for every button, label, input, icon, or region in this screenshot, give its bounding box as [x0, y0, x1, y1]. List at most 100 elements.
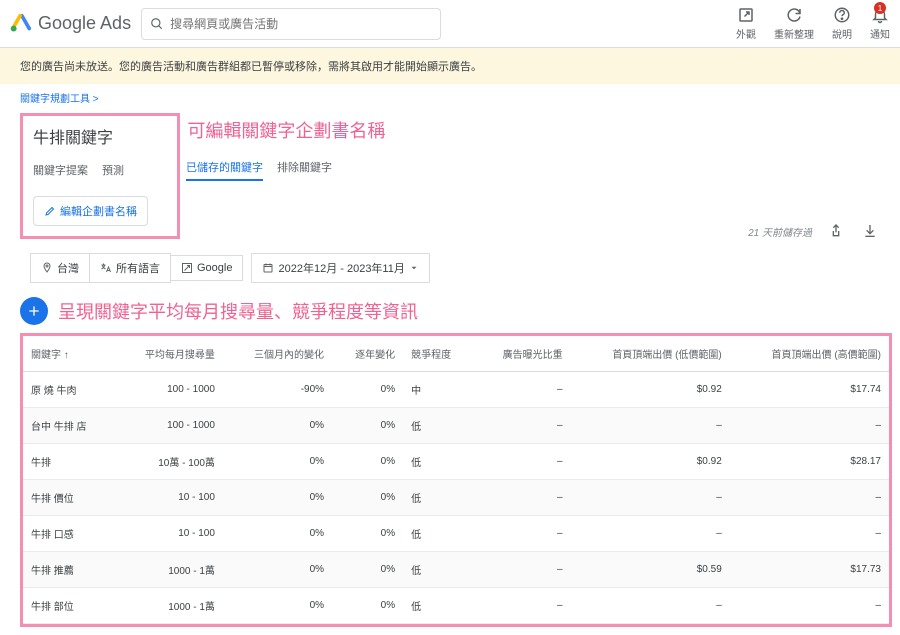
table-cell: 0%	[332, 588, 403, 624]
notice-banner: 您的廣告尚未放送。您的廣告活動和廣告群組都已暫停或移除，需將其啟用才能開始顯示廣…	[0, 48, 900, 84]
table-row[interactable]: 牛排 部位1000 - 1萬0%0%低–––	[23, 588, 889, 624]
language-icon	[100, 262, 112, 274]
table-cell: 低	[403, 588, 474, 624]
table-cell: –	[730, 408, 889, 444]
table-cell: 牛排 推薦	[23, 552, 114, 588]
table-cell: –	[571, 480, 730, 516]
chevron-down-icon	[409, 263, 419, 273]
plus-icon	[26, 303, 42, 319]
annotation-box-1: 牛排關鍵字 關鍵字提案 預測 編輯企劃書名稱	[20, 113, 180, 239]
table-cell: –	[474, 372, 570, 408]
date-filter[interactable]: 2022年12月 - 2023年11月	[251, 253, 429, 283]
tab-forecast[interactable]: 預測	[102, 158, 124, 182]
table-row[interactable]: 牛排 口感10 - 1000%0%低–––	[23, 516, 889, 552]
table-cell: –	[474, 516, 570, 552]
table-cell: 0%	[332, 408, 403, 444]
source-filter[interactable]: Google	[171, 255, 243, 281]
plan-title: 牛排關鍵字	[33, 124, 167, 148]
keyword-table-wrap: 關鍵字 ↑ 平均每月搜尋量 三個月內的變化 逐年變化 競爭程度 廣告曝光比重 首…	[20, 333, 892, 627]
breadcrumb[interactable]: 關鍵字規劃工具 >	[0, 84, 900, 111]
pencil-icon	[44, 205, 56, 217]
table-cell: 100 - 1000	[114, 372, 223, 408]
edit-plan-button[interactable]: 編輯企劃書名稱	[33, 196, 148, 226]
table-cell: 0%	[332, 552, 403, 588]
table-cell: 低	[403, 552, 474, 588]
table-row[interactable]: 牛排 價位10 - 1000%0%低–––	[23, 480, 889, 516]
table-cell: 低	[403, 480, 474, 516]
table-cell: 1000 - 1萬	[114, 588, 223, 624]
col-yoy[interactable]: 逐年變化	[332, 336, 403, 372]
refresh-action[interactable]: 重新整理	[774, 6, 814, 41]
table-cell: –	[474, 552, 570, 588]
help-action[interactable]: 說明	[832, 6, 852, 41]
table-row[interactable]: 原 燒 牛肉100 - 1000-90%0%中–$0.92$17.74	[23, 372, 889, 408]
table-row[interactable]: 牛排10萬 - 100萬0%0%低–$0.92$28.17	[23, 444, 889, 480]
col-bidhigh[interactable]: 首頁頂端出價 (高價範圍)	[730, 336, 889, 372]
plan-tabs: 關鍵字提案 預測	[33, 158, 167, 182]
table-cell: 1000 - 1萬	[114, 552, 223, 588]
table-cell: 低	[403, 408, 474, 444]
table-cell: 0%	[332, 516, 403, 552]
google-ads-icon	[10, 13, 32, 35]
app-header: Google Ads 外觀 重新整理 說明 1 通知	[0, 0, 900, 48]
table-cell: 0%	[223, 408, 332, 444]
table-cell: 0%	[332, 372, 403, 408]
col-3mo[interactable]: 三個月內的變化	[223, 336, 332, 372]
table-cell: 100 - 1000	[114, 408, 223, 444]
table-cell: $17.73	[730, 552, 889, 588]
search-input[interactable]	[170, 17, 432, 31]
annotation-text-1: 可編輯關鍵字企劃書名稱	[187, 117, 385, 143]
table-cell: 0%	[332, 480, 403, 516]
table-cell: 0%	[223, 444, 332, 480]
table-cell: 牛排 部位	[23, 588, 114, 624]
table-cell: 原 燒 牛肉	[23, 372, 114, 408]
table-cell: –	[474, 408, 570, 444]
annotation-text-2: 呈現關鍵字平均每月搜尋量、競爭程度等資訊	[58, 298, 418, 324]
search-box[interactable]	[141, 8, 441, 40]
filter-bar: 台灣 所有語言 Google 2022年12月 - 2023年11月	[30, 253, 880, 283]
language-filter[interactable]: 所有語言	[90, 253, 171, 283]
help-icon	[833, 6, 851, 24]
search-icon	[150, 17, 164, 31]
table-row[interactable]: 牛排 推薦1000 - 1萬0%0%低–$0.59$17.73	[23, 552, 889, 588]
tab-negative-keywords[interactable]: 排除關鍵字	[277, 155, 332, 181]
header-actions: 外觀 重新整理 說明 1 通知	[736, 6, 890, 41]
col-volume[interactable]: 平均每月搜尋量	[114, 336, 223, 372]
table-cell: –	[571, 588, 730, 624]
table-cell: $28.17	[730, 444, 889, 480]
table-cell: 台中 牛排 店	[23, 408, 114, 444]
add-row: 呈現關鍵字平均每月搜尋量、競爭程度等資訊	[20, 297, 892, 325]
table-cell: 10 - 100	[114, 480, 223, 516]
table-row[interactable]: 台中 牛排 店100 - 10000%0%低–––	[23, 408, 889, 444]
table-cell: –	[474, 444, 570, 480]
calendar-icon	[262, 262, 274, 274]
brand-text: Google Ads	[38, 13, 131, 34]
tab-suggestions[interactable]: 關鍵字提案	[33, 158, 88, 182]
table-cell: $0.92	[571, 372, 730, 408]
table-cell: 10 - 100	[114, 516, 223, 552]
tab-saved-keywords[interactable]: 已儲存的關鍵字	[186, 155, 263, 181]
table-cell: 0%	[223, 516, 332, 552]
table-cell: 0%	[223, 480, 332, 516]
pin-icon	[41, 262, 53, 274]
table-cell: –	[730, 480, 889, 516]
keyword-table: 關鍵字 ↑ 平均每月搜尋量 三個月內的變化 逐年變化 競爭程度 廣告曝光比重 首…	[23, 336, 889, 624]
table-cell: 0%	[223, 588, 332, 624]
table-cell: –	[571, 516, 730, 552]
col-keyword[interactable]: 關鍵字 ↑	[23, 336, 114, 372]
notifications-action[interactable]: 1 通知	[870, 6, 890, 41]
open-icon	[737, 6, 755, 24]
location-filter[interactable]: 台灣	[30, 253, 90, 283]
table-cell: 牛排 價位	[23, 480, 114, 516]
col-impshare[interactable]: 廣告曝光比重	[474, 336, 570, 372]
col-bidlow[interactable]: 首頁頂端出價 (低價範圍)	[571, 336, 730, 372]
brand-logo: Google Ads	[10, 13, 131, 35]
table-cell: –	[730, 588, 889, 624]
appearance-action[interactable]: 外觀	[736, 6, 756, 41]
table-cell: $0.92	[571, 444, 730, 480]
col-competition[interactable]: 競爭程度	[403, 336, 474, 372]
table-cell: $17.74	[730, 372, 889, 408]
table-header-row: 關鍵字 ↑ 平均每月搜尋量 三個月內的變化 逐年變化 競爭程度 廣告曝光比重 首…	[23, 336, 889, 372]
add-keyword-button[interactable]	[20, 297, 48, 325]
table-cell: –	[571, 408, 730, 444]
